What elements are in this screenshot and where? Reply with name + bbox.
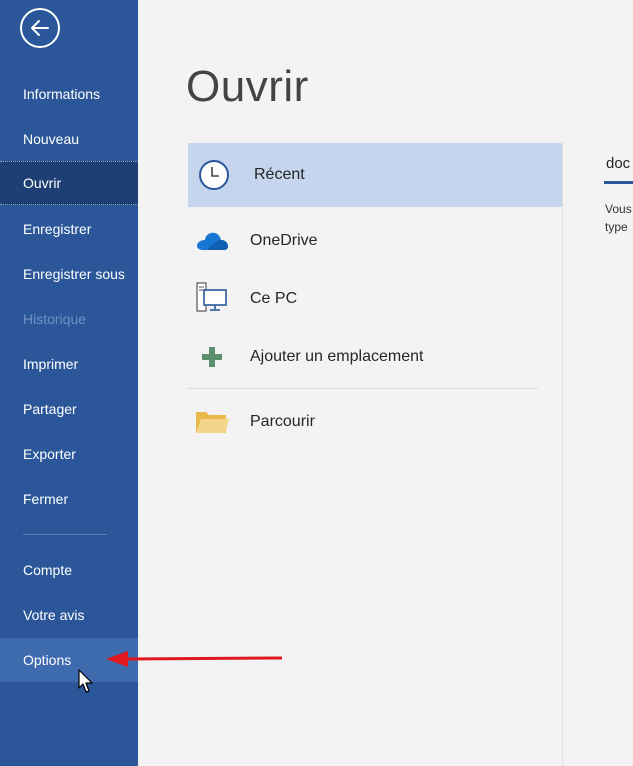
mouse-cursor-icon — [78, 669, 93, 693]
